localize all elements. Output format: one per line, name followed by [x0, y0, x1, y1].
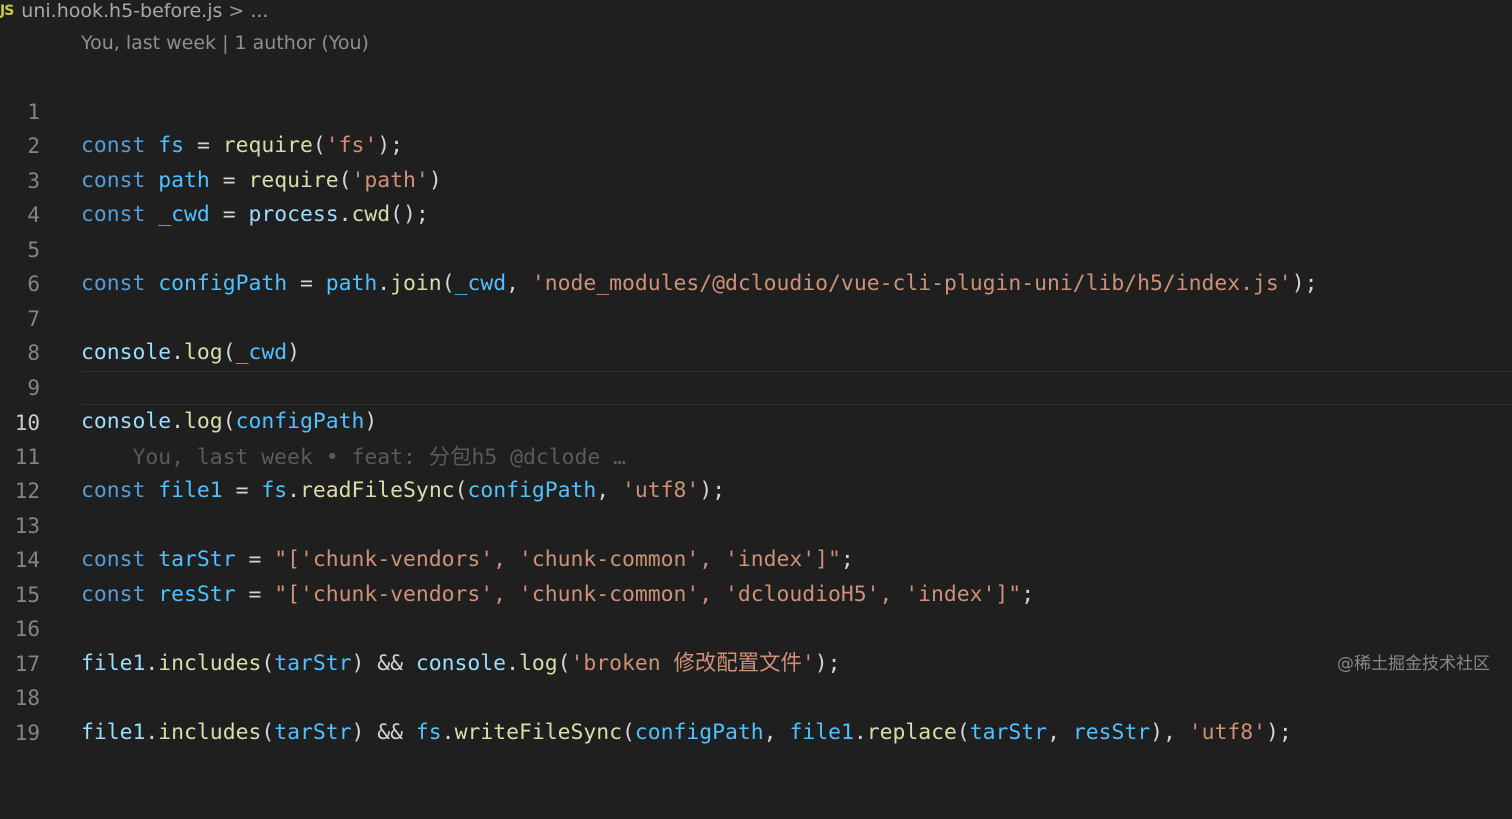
- code-editor[interactable]: 1 const fs = require('fs'); 2 const path…: [0, 60, 1512, 745]
- code-line: 13 const tarStr = "['chunk-vendors', 'ch…: [0, 474, 1512, 573]
- code-line: 12: [0, 440, 1512, 503]
- chevron-right-icon: >: [228, 0, 245, 22]
- codelens-author-info[interactable]: You, last week | 1 author (You): [81, 32, 369, 54]
- line-number: 19: [14, 720, 40, 745]
- code-line: 5 const configPath = path.join(_cwd, 'no…: [0, 198, 1512, 297]
- code-line: 7 console.log(_cwd): [0, 267, 1512, 366]
- code-line: 17: [0, 612, 1512, 676]
- code-line: 15: [0, 543, 1512, 607]
- breadcrumb: JS uni.hook.h5-before.js > ...: [0, 0, 268, 22]
- code-line: 8: [0, 302, 1512, 365]
- code-line-current: 10 You, last week • feat: 分包h5 @dclode …: [15, 370, 1512, 470]
- code-line: 19: [0, 681, 1512, 745]
- breadcrumb-file-name[interactable]: uni.hook.h5-before.js: [21, 0, 222, 22]
- code-line: 3 const _cwd = process.cwd();: [0, 129, 1512, 228]
- code-line: 9 console.log(configPath): [0, 336, 1512, 435]
- code-line: 4: [0, 164, 1512, 227]
- watermark: @稀土掘金技术社区: [1337, 654, 1490, 674]
- javascript-file-icon: JS: [0, 3, 14, 19]
- code-line: 16 file1.includes(tarStr) && console.log…: [0, 578, 1512, 676]
- line-number: 9: [27, 375, 40, 400]
- line-content: file1.includes(tarStr) && fs.writeFileSy…: [81, 719, 1292, 745]
- code-line: 14 const resStr = "['chunk-vendors', 'ch…: [0, 509, 1512, 607]
- code-line: 11 const file1 = fs.readFileSync(configP…: [0, 405, 1512, 504]
- breadcrumb-more[interactable]: ...: [250, 0, 268, 22]
- code-line: 18 file1.includes(tarStr) && fs.writeFil…: [0, 647, 1512, 745]
- code-line: 6: [0, 233, 1512, 296]
- code-line: 1 const fs = require('fs');: [0, 60, 1512, 159]
- code-line: 2 const path = require('path'): [0, 95, 1512, 193]
